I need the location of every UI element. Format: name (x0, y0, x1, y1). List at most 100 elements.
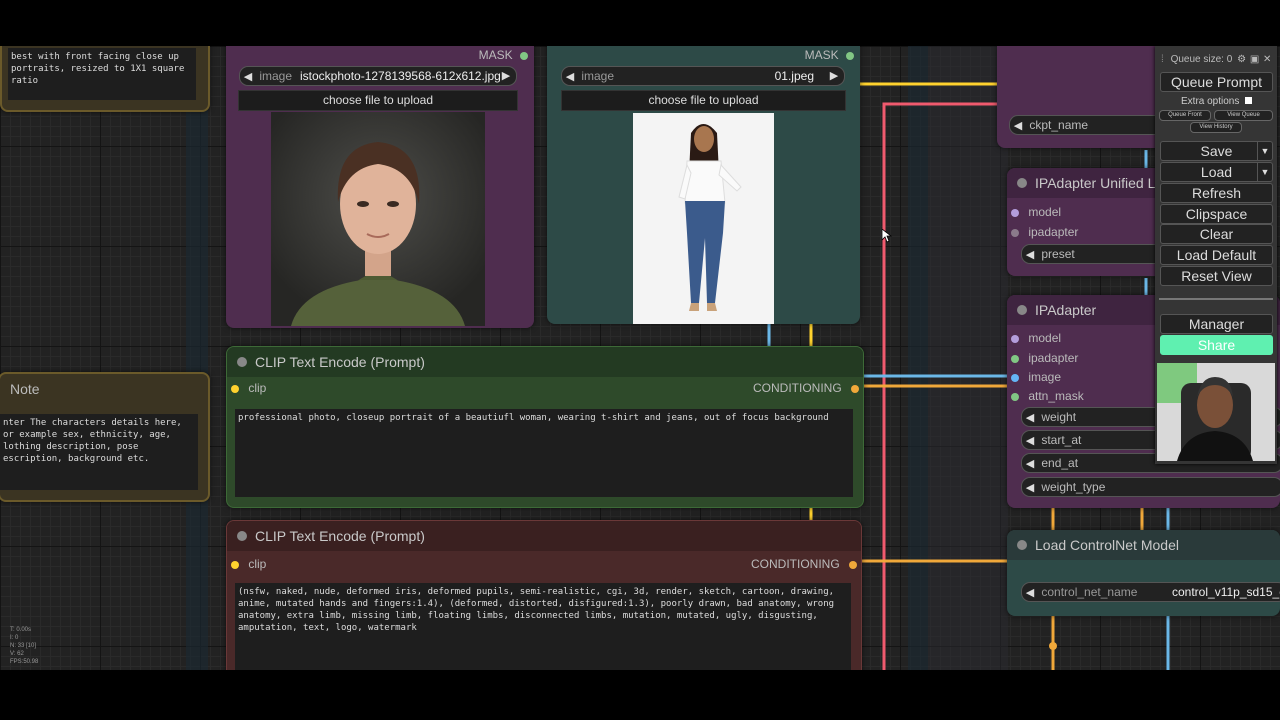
image-selector-1[interactable]: ◀ image istockphoto-1278139568-612x612.j… (239, 66, 517, 86)
prev-arrow-icon[interactable]: ◀ (1022, 479, 1038, 496)
load-controlnet-node[interactable]: Load ControlNet Model ◀ control_net_name… (1007, 530, 1280, 616)
collapse-dot-icon[interactable] (1017, 305, 1027, 315)
clipspace-button[interactable]: Clipspace (1160, 204, 1273, 224)
mask-output-dot[interactable] (846, 51, 854, 60)
next-arrow-icon[interactable]: ▶ (498, 67, 514, 85)
mask-output-1[interactable]: MASK (479, 48, 528, 62)
image-input-dot[interactable] (1011, 373, 1019, 382)
stat-time: T: 0.00s (10, 627, 32, 633)
save-dropdown-icon[interactable]: ▼ (1257, 142, 1272, 160)
attn-mask-input-dot[interactable] (1011, 392, 1019, 401)
load-default-button[interactable]: Load Default (1160, 245, 1273, 265)
gear-icon[interactable]: ⚙ (1237, 54, 1246, 65)
prev-arrow-icon[interactable]: ◀ (1022, 455, 1038, 472)
model-input-dot[interactable] (1011, 208, 1019, 217)
share-button[interactable]: Share (1160, 335, 1273, 355)
prev-arrow-icon[interactable]: ◀ (1022, 584, 1038, 601)
mask-output-2[interactable]: MASK (805, 48, 854, 62)
note-node[interactable]: Note nter The characters details here, o… (0, 372, 210, 502)
canvas-band-mid (908, 46, 928, 670)
collapse-dot-icon[interactable] (1017, 178, 1027, 188)
extra-options-checkbox[interactable] (1245, 97, 1253, 104)
checkpoint-loader-node[interactable]: ◀ ckpt_name (997, 46, 1167, 148)
clip-pos-textarea[interactable]: professional photo, closeup portrait of … (235, 409, 853, 497)
conditioning-output-dot[interactable] (851, 384, 859, 393)
close-icon[interactable]: ✕ (1263, 54, 1271, 65)
ipadapter-input-image[interactable]: image (1011, 370, 1061, 384)
clip-neg-textarea[interactable]: (nsfw, naked, nude, deformed iris, defor… (235, 583, 851, 670)
clip-input-dot[interactable] (231, 560, 239, 569)
ipadapter-input-dot[interactable] (1011, 228, 1019, 237)
extra-options-label: Extra options (1181, 96, 1240, 107)
weight-type-widget[interactable]: ◀ weight_type (1021, 477, 1280, 497)
clip-pos-input[interactable]: clip (231, 381, 266, 395)
ipadapter-input-model[interactable]: model (1011, 331, 1061, 345)
clip-text-encode-negative[interactable]: CLIP Text Encode (Prompt) clip CONDITION… (226, 520, 862, 670)
queue-size-row: ⁞ Queue size: 0 ⚙ ▣ ✕ (1161, 54, 1271, 65)
extra-options-row[interactable]: Extra options (1181, 96, 1253, 107)
clip-input-label: clip (248, 381, 267, 395)
prev-arrow-icon[interactable]: ◀ (1022, 432, 1038, 449)
save-button[interactable]: Save ▼ (1160, 141, 1273, 161)
end-at-label: end_at (1041, 456, 1079, 470)
ipadapter-unified-loader-node[interactable]: IPAdapter Unified Lo model ipadapter ◀ p… (1007, 168, 1167, 276)
ipadapter-unified-title-text: IPAdapter Unified Lo (1035, 175, 1164, 191)
ipadapter-input-dot[interactable] (1011, 354, 1019, 363)
queue-front-button[interactable]: Queue Front (1159, 110, 1211, 121)
collapse-dot-icon[interactable] (237, 357, 247, 367)
ipadapter-title-text: IPAdapter (1035, 302, 1097, 318)
load-dropdown-icon[interactable]: ▼ (1257, 163, 1272, 181)
upload-button-1[interactable]: choose file to upload (238, 90, 518, 111)
model-input-dot[interactable] (1011, 334, 1019, 343)
clip-pos-output[interactable]: CONDITIONING (753, 381, 859, 395)
note-top-textarea[interactable]: best with front facing close up portrait… (8, 48, 196, 100)
collapse-dot-icon[interactable] (1017, 540, 1027, 550)
reset-view-button[interactable]: Reset View (1160, 266, 1273, 286)
ckpt-name-widget[interactable]: ◀ ckpt_name (1009, 115, 1167, 135)
load-label: Load (1200, 164, 1233, 180)
drag-handle-icon[interactable]: ⁞ (1161, 54, 1164, 65)
prev-arrow-icon[interactable]: ◀ (562, 68, 578, 85)
queue-prompt-button[interactable]: Queue Prompt (1160, 72, 1273, 92)
note-node-top[interactable]: best with front facing close up portrait… (0, 46, 210, 112)
load-image-node-2[interactable]: MASK ◀ image 01.jpeg ▶ choose file to up… (547, 46, 860, 324)
controlnet-title: Load ControlNet Model (1007, 530, 1280, 560)
note-textarea[interactable]: nter The characters details here, or exa… (0, 414, 198, 490)
load-image-node-1[interactable]: MASK ◀ image istockphoto-1278139568-612x… (226, 46, 534, 328)
manager-button[interactable]: Manager (1160, 314, 1273, 334)
start-at-label: start_at (1041, 433, 1082, 447)
clip-neg-input[interactable]: clip (231, 557, 266, 571)
preset-widget[interactable]: ◀ preset (1021, 244, 1167, 264)
ipadapter-input-ipadapter[interactable]: ipadapter (1011, 351, 1078, 365)
image-widget-label-2: image (581, 69, 615, 83)
view-history-button[interactable]: View History (1190, 122, 1242, 133)
view-queue-button[interactable]: View Queue (1214, 110, 1273, 121)
clip-text-encode-positive[interactable]: CLIP Text Encode (Prompt) clip CONDITION… (226, 346, 864, 508)
prev-arrow-icon[interactable]: ◀ (1022, 246, 1038, 263)
mask-output-dot[interactable] (520, 51, 528, 60)
next-arrow-icon[interactable]: ▶ (826, 67, 842, 85)
load-button[interactable]: Load ▼ (1160, 162, 1273, 182)
conditioning-output-dot[interactable] (849, 560, 857, 569)
prev-arrow-icon[interactable]: ◀ (1022, 409, 1038, 426)
stat-nodes: N: 33 [10] (10, 643, 37, 649)
input-label-ipadapter: ipadapter (1028, 351, 1079, 365)
clip-input-label: clip (248, 557, 267, 571)
collapse-dot-icon[interactable] (237, 531, 247, 541)
image-selector-2[interactable]: ◀ image 01.jpeg ▶ (561, 66, 845, 86)
input-ipadapter[interactable]: ipadapter (1011, 225, 1078, 239)
node-canvas[interactable]: best with front facing close up portrait… (0, 46, 1280, 670)
prev-arrow-icon[interactable]: ◀ (240, 68, 256, 85)
clear-button[interactable]: Clear (1160, 224, 1273, 244)
ipadapter-input-attn-mask[interactable]: attn_mask (1011, 389, 1084, 403)
prev-arrow-icon[interactable]: ◀ (1010, 117, 1026, 134)
clip-pos-title: CLIP Text Encode (Prompt) (227, 347, 863, 377)
image-icon[interactable]: ▣ (1250, 54, 1259, 65)
upload-button-2[interactable]: choose file to upload (561, 90, 846, 111)
clip-neg-output[interactable]: CONDITIONING (751, 557, 857, 571)
control-net-name-widget[interactable]: ◀ control_net_name control_v11p_sd15_c (1021, 582, 1280, 602)
input-model[interactable]: model (1011, 205, 1061, 219)
clip-input-dot[interactable] (231, 384, 239, 393)
refresh-button[interactable]: Refresh (1160, 183, 1273, 203)
stat-i: I: 0 (10, 635, 19, 641)
